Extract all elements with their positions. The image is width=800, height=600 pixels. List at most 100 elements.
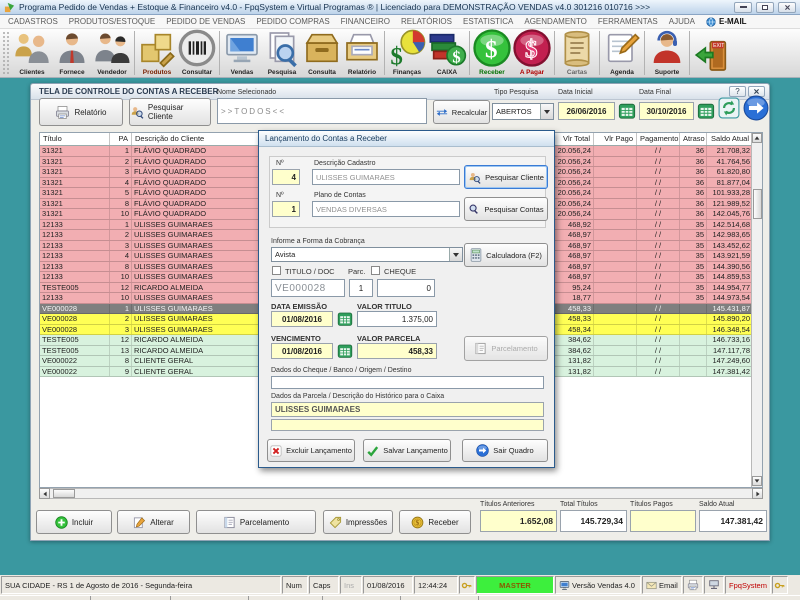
excluir-lancamento-button[interactable]: Excluir Lançamento: [267, 439, 355, 462]
horizontal-scrollbar[interactable]: [39, 488, 763, 499]
plano-num-field[interactable]: 1: [272, 201, 300, 217]
salvar-lancamento-button[interactable]: Salvar Lançamento: [363, 439, 451, 462]
dados-cheque-input[interactable]: [271, 376, 544, 389]
vencimento-field[interactable]: 01/08/2016: [271, 343, 333, 359]
column-header[interactable]: Atraso: [680, 133, 707, 145]
toolbar-button-clientes[interactable]: Clientes: [12, 29, 52, 77]
toolbar-button-receber[interactable]: $Receber: [472, 29, 512, 77]
printer-status-icon[interactable]: [683, 576, 703, 594]
calculadora-button[interactable]: Calculadora (F2): [464, 243, 548, 267]
column-header[interactable]: Pagamento: [637, 133, 680, 145]
calendar-icon[interactable]: [618, 102, 636, 120]
pesquisar-contas-button[interactable]: Pesquisar Contas: [464, 197, 548, 221]
menu-item-agendamento[interactable]: AGENDAMENTO: [524, 17, 587, 26]
cell-at: 36: [680, 188, 707, 198]
start-date-field[interactable]: 26/06/2016: [558, 102, 615, 120]
toolbar-button-produtos[interactable]: Produtos: [137, 29, 177, 77]
status-email[interactable]: Email: [642, 576, 682, 594]
data-emissao-field[interactable]: 01/08/2016: [271, 311, 333, 327]
menu-item-ferramentas[interactable]: FERRAMENTAS: [598, 17, 658, 26]
sair-quadro-button[interactable]: Sair Quadro: [462, 439, 548, 462]
menu-item-ajuda[interactable]: AJUDA: [669, 17, 695, 26]
impressoes-button[interactable]: Impressões: [323, 510, 393, 534]
cell-sa: 146.733,16: [707, 335, 752, 345]
parc-input[interactable]: 1: [349, 279, 373, 297]
descricao-cadastro-input[interactable]: ULISSES GUIMARAES: [312, 169, 460, 185]
toolbar-button-a-pagar[interactable]: $A Pagar: [512, 29, 552, 77]
column-header[interactable]: Saldo Atual: [707, 133, 752, 145]
menu-item-cadastros[interactable]: CADASTROS: [8, 17, 58, 26]
column-header[interactable]: Título: [40, 133, 110, 145]
report-button[interactable]: Relatório: [39, 98, 123, 126]
cell-pg: / /: [637, 335, 680, 345]
end-date-field[interactable]: 30/10/2016: [639, 102, 694, 120]
titulo-doc-checkbox[interactable]: [272, 266, 281, 275]
toolbar: ClientesForneceVendedorProdutosConsultar…: [0, 29, 800, 78]
alterar-label: Alterar: [150, 518, 174, 527]
toolbar-button-pesquisa[interactable]: Pesquisa: [262, 29, 302, 77]
forma-cobranca-select[interactable]: Avista: [271, 247, 463, 262]
toolbar-button-agenda[interactable]: Agenda: [602, 29, 642, 77]
toolbar-button-cartas[interactable]: Cartas: [557, 29, 597, 77]
close-button[interactable]: [778, 2, 796, 13]
incluir-button[interactable]: Incluir: [36, 510, 112, 534]
parcelamento-button[interactable]: Parcelamento: [196, 510, 316, 534]
titulo-doc-input[interactable]: VE000028: [271, 279, 345, 297]
go-arrow-icon[interactable]: [743, 95, 769, 121]
toolbar-button-vendedor[interactable]: Vendedor: [92, 29, 132, 77]
menu-item-produtos-estoque[interactable]: PRODUTOS/ESTOQUE: [69, 17, 155, 26]
calendar-icon[interactable]: [697, 102, 715, 120]
column-header[interactable]: PA: [110, 133, 132, 145]
calendar-icon[interactable]: [337, 311, 353, 327]
cheque-input[interactable]: 0: [377, 279, 435, 297]
alterar-button[interactable]: Alterar: [117, 510, 190, 534]
parcelamento-modal-button[interactable]: Parcelamento: [464, 336, 548, 361]
toolbar-button-finan-as[interactable]: $Finanças: [387, 29, 427, 77]
menu-item-relat-rios[interactable]: RELATÓRIOS: [401, 17, 452, 26]
cell-sa: 145.890,20: [707, 314, 752, 324]
toolbar-button-relat-rio[interactable]: Relatório: [342, 29, 382, 77]
toolbar-button-suporte[interactable]: Suporte: [647, 29, 687, 77]
cell-pg: / /: [637, 293, 680, 303]
calendar-icon[interactable]: [337, 343, 353, 359]
menu-item-pedido-de-vendas[interactable]: PEDIDO DE VENDAS: [166, 17, 245, 26]
refresh-icon[interactable]: [718, 97, 740, 119]
toolbar-button-caixa[interactable]: $CAIXA: [427, 29, 467, 77]
toolbar-button-fornece[interactable]: Fornece: [52, 29, 92, 77]
minimize-button[interactable]: [734, 2, 752, 13]
scrollbar-thumb[interactable]: [753, 189, 762, 219]
menu-item-e-mail[interactable]: E-MAIL: [706, 17, 747, 27]
toolbar-button-consulta[interactable]: Consulta: [302, 29, 342, 77]
search-client-button[interactable]: Pesquisar Cliente: [129, 98, 211, 126]
titulos-anteriores-label: Títulos Anteriores: [480, 501, 534, 508]
toolbar-button-vendas[interactable]: Vendas: [222, 29, 262, 77]
valor-parcela-field[interactable]: 458,33: [357, 343, 437, 359]
pesquisar-cliente-button[interactable]: Pesquisar Cliente: [464, 165, 548, 189]
menu-item-estatistica[interactable]: ESTATISTICA: [463, 17, 513, 26]
receber-button[interactable]: $ Receber: [399, 510, 471, 534]
vertical-scrollbar[interactable]: [751, 133, 762, 487]
network-icon[interactable]: [704, 576, 724, 594]
recalculate-button[interactable]: Recalcular: [433, 100, 490, 124]
cell-sa: 144.973,54: [707, 293, 752, 303]
total-titulos-label: Total Títulos: [560, 501, 598, 508]
scrollbar-thumb[interactable]: [53, 489, 75, 498]
column-header[interactable]: Vlr Pago: [594, 133, 637, 145]
app-titlebar: Programa Pedido de Vendas + Estoque & Fi…: [0, 0, 800, 15]
search-type-select[interactable]: ABERTOS: [492, 103, 554, 120]
toolbar-button-exit[interactable]: EXIT: [692, 29, 732, 77]
cell-pg: / /: [637, 220, 680, 230]
dados-parcela-input2[interactable]: [271, 419, 544, 431]
menu-item-financeiro[interactable]: FINANCEIRO: [341, 17, 390, 26]
valor-titulo-input[interactable]: 1.375,00: [357, 311, 437, 327]
selected-name-input[interactable]: >>TODOS<<: [217, 98, 427, 124]
toolbar-button-label: Consulta: [308, 69, 336, 76]
status-version: Versão Vendas 4.0: [555, 576, 641, 594]
menu-item-pedido-compras[interactable]: PEDIDO COMPRAS: [256, 17, 329, 26]
plano-contas-input[interactable]: VENDAS DIVERSAS: [312, 201, 460, 217]
restore-button[interactable]: [756, 2, 774, 13]
toolbar-button-consultar[interactable]: Consultar: [177, 29, 217, 77]
cliente-num-field[interactable]: 4: [272, 169, 300, 185]
cheque-checkbox[interactable]: [371, 266, 380, 275]
dados-parcela-input[interactable]: ULISSES GUIMARAES: [271, 402, 544, 417]
